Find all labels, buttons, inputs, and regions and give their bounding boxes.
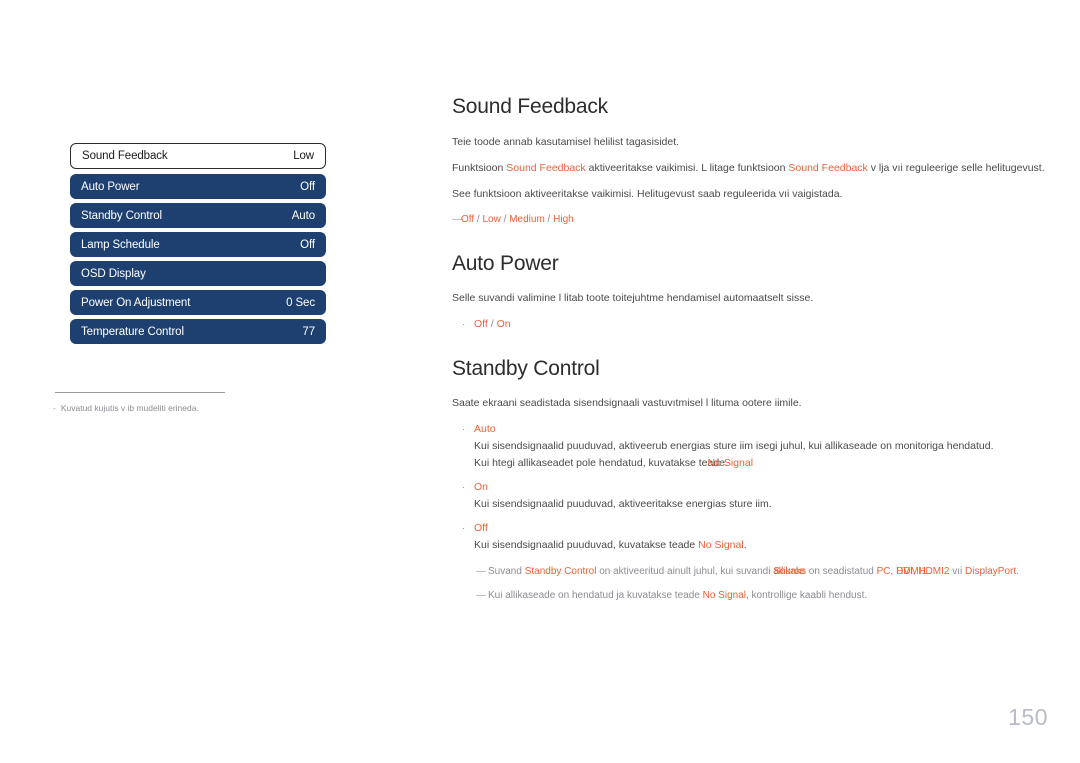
sound-feedback-paragraph-1: Teie toode annab kasutamisel helilist ta… (452, 136, 680, 148)
standby-note-2: — Kui allikaseade on hendatud ja kuvatak… (476, 588, 1052, 604)
text-fragment: . (743, 539, 747, 551)
sound-feedback-paragraph-3: See funktsioon aktiveeritakse vaikimisi.… (452, 188, 843, 200)
image-caption: - Kuvatud kujutis v ib mudeliti erineda. (53, 403, 383, 413)
overlap-artifact-no-signal: ade No Signal (708, 455, 754, 472)
caption-divider (55, 392, 225, 393)
osd-menu-panel: Sound Feedback Low Auto Power Off Standb… (70, 143, 326, 348)
standby-control-paragraph-1: Saate ekraani seadistada sisendsignaali … (452, 397, 802, 409)
text-fragment: v lja vıi reguleerige selle helitugevust… (867, 162, 1045, 174)
note-dash-marker: — (476, 590, 486, 601)
osd-row-osd-display[interactable]: OSD Display (70, 261, 326, 286)
heading-auto-power: Auto Power (452, 252, 559, 275)
osd-row-temperature-control[interactable]: Temperature Control 77 (70, 319, 326, 344)
text-fragment: on seadistatud (806, 566, 877, 577)
inline-highlight-no-signal: No Signal (702, 590, 746, 601)
standby-bullet-auto-content: Auto Kui sisendsignaalid puuduvad, aktiv… (474, 421, 1052, 472)
osd-row-lamp-schedule[interactable]: Lamp Schedule Off (70, 232, 326, 257)
osd-row-value: Low (293, 150, 314, 162)
standby-bullet-off: · Off Kui sisendsignaalid puuduvad, kuva… (452, 520, 1052, 554)
osd-row-label: Auto Power (81, 180, 140, 193)
osd-row-power-on-adjustment[interactable]: Power On Adjustment 0 Sec (70, 290, 326, 315)
text-fragment: Suvand (488, 566, 525, 577)
inline-highlight-standby-control: Standby Control (524, 566, 597, 577)
bullet-dot-icon: · (462, 482, 465, 492)
osd-row-value: Off (300, 180, 315, 193)
overlap-over-text: Source (773, 566, 805, 577)
bullet-dot-icon: · (462, 424, 465, 434)
auto-power-options-text: Off / On (474, 316, 1052, 333)
osd-row-sound-feedback[interactable]: Sound Feedback Low (70, 143, 326, 169)
option-high: High (553, 214, 574, 225)
text-fragment: vıi (949, 566, 965, 577)
standby-bullet-off-content: Off Kui sisendsignaalid puuduvad, kuvata… (474, 520, 1052, 554)
standby-bullet-on-content: On Kui sisendsignaalid puuduvad, aktivee… (474, 479, 1052, 513)
text-fragment: , kontrollige kaabli hendust. (745, 590, 868, 601)
text-fragment: aktiveeritakse vaikimisi. L litage funkt… (585, 162, 789, 174)
heading-sound-feedback: Sound Feedback (452, 95, 608, 118)
inline-highlight-no-signal: No Signal (698, 539, 744, 551)
osd-row-value: Off (300, 238, 315, 251)
auto-power-paragraph-1: Selle suvandi valimine l litab toote toi… (452, 292, 814, 304)
note-dash-marker: — (476, 566, 486, 577)
option-off: Off (474, 318, 488, 330)
text-fragment: . (1016, 566, 1019, 577)
osd-row-value: Auto (291, 209, 315, 222)
text-fragment: Kui allikaseade on hendatud ja kuvatakse… (488, 590, 703, 601)
standby-control-notes: — Suvand Standby Control on aktiveeritud… (476, 564, 1052, 604)
standby-option-title-on: On (474, 481, 489, 493)
inline-highlight-sound-feedback-1: Sound Feedback (506, 162, 586, 174)
option-low: Low (482, 214, 501, 225)
note-dash-marker: — (452, 214, 462, 225)
osd-row-label: Power On Adjustment (81, 296, 191, 309)
option-separator: / (500, 214, 510, 225)
option-separator: / (474, 214, 483, 225)
standby-bullet-auto: · Auto Kui sisendsignaalid puuduvad, akt… (452, 421, 1052, 472)
heading-standby-control: Standby Control (452, 357, 600, 380)
text-fragment: Kui htegi allikaseadet pole hendatud, ku… (474, 457, 708, 469)
standby-off-line-1: Kui sisendsignaalid puuduvad, kuvatakse … (474, 537, 1052, 554)
overlap-artifact-source: allikaks Source (773, 564, 806, 580)
osd-row-standby-control[interactable]: Standby Control Auto (70, 203, 326, 228)
document-body: Sound Feedback Teie toode annab kasutami… (452, 95, 1052, 604)
bullet-dot-icon: · (462, 319, 465, 329)
inline-highlight-pc: PC (876, 566, 891, 577)
option-on: On (496, 318, 511, 330)
sound-feedback-options-line: —Off / Low / Medium / High (452, 212, 1052, 228)
osd-row-label: Lamp Schedule (81, 238, 160, 251)
caption-dash-marker: - (53, 403, 56, 413)
text-fragment: Funktsioon (452, 162, 507, 174)
osd-row-auto-power[interactable]: Auto Power Off (70, 174, 326, 199)
sound-feedback-paragraph-2: Funktsioon Sound Feedback aktiveeritakse… (452, 160, 1052, 177)
osd-row-label: OSD Display (81, 267, 146, 280)
standby-option-title-off: Off (474, 522, 488, 534)
overlap-over-text: No Signal (707, 457, 754, 469)
osd-row-label: Temperature Control (81, 325, 184, 338)
option-medium: Medium (509, 214, 545, 225)
standby-bullet-on: · On Kui sisendsignaalid puuduvad, aktiv… (452, 479, 1052, 513)
inline-highlight-displayport: DisplayPort (965, 566, 1017, 577)
overlap-artifact-dvi-hdmi1: DVI HDMI1 (896, 564, 927, 580)
option-off: Off (461, 214, 475, 225)
standby-note-2-text: Kui allikaseade on hendatud ja kuvatakse… (488, 588, 1052, 604)
osd-row-label: Sound Feedback (82, 150, 168, 162)
standby-on-line-1: Kui sisendsignaalid puuduvad, aktiveerit… (474, 498, 772, 510)
standby-note-1: — Suvand Standby Control on aktiveeritud… (476, 564, 1052, 580)
standby-note-1-text: Suvand Standby Control on aktiveeritud a… (488, 564, 1052, 580)
auto-power-options-bullet: · Off / On (452, 316, 1052, 333)
standby-auto-line-2: Kui htegi allikaseadet pole hendatud, ku… (474, 455, 1052, 472)
bullet-dot-icon: · (462, 523, 465, 533)
standby-auto-line-1: Kui sisendsignaalid puuduvad, aktiveerub… (474, 440, 994, 452)
overlap-over-text: HDMI1 (896, 566, 928, 577)
osd-row-value: 0 Sec (286, 296, 315, 309)
option-separator: / (544, 214, 554, 225)
osd-row-value: 77 (302, 325, 315, 338)
page-number: 150 (1008, 704, 1048, 730)
caption-text: Kuvatud kujutis v ib mudeliti erineda. (60, 403, 199, 413)
osd-row-label: Standby Control (81, 209, 162, 222)
option-separator: / (487, 318, 497, 330)
text-fragment: on aktiveeritud ainult juhul, kui suvand… (596, 566, 774, 577)
text-fragment: Kui sisendsignaalid puuduvad, kuvatakse … (474, 539, 699, 551)
inline-highlight-sound-feedback-2: Sound Feedback (788, 162, 868, 174)
standby-option-title-auto: Auto (474, 423, 496, 435)
